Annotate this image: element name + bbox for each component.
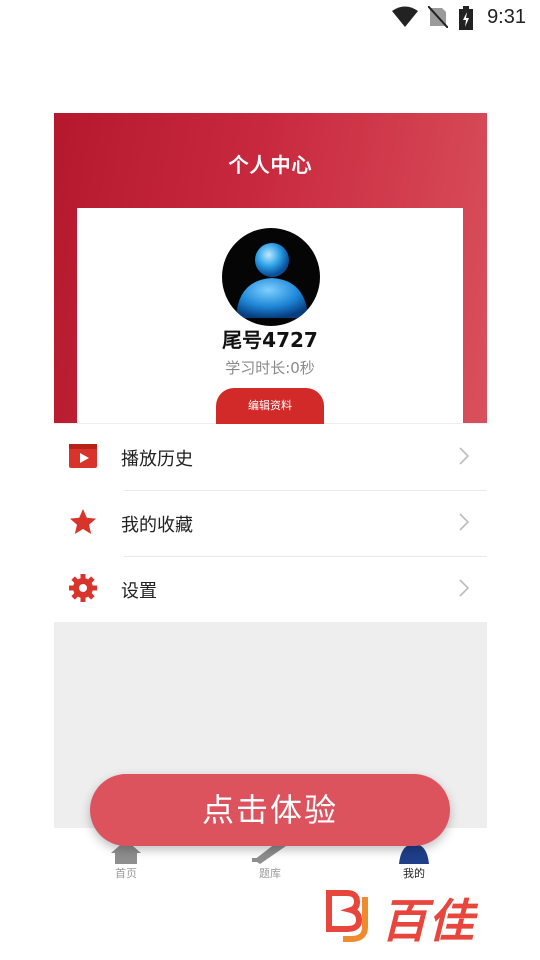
profile-screen: 个人中心 尾号4727 学习时长:0秒 编辑资料 播放历史 我的收藏 设置 — [54, 113, 487, 828]
user-avatar-icon — [236, 243, 308, 318]
try-now-button[interactable]: 点击体验 — [90, 774, 450, 846]
chevron-right-icon — [459, 447, 470, 469]
bj-logo-icon — [325, 889, 379, 947]
watermark-text: 百佳 — [381, 894, 475, 948]
chevron-right-icon — [459, 579, 470, 601]
study-time: 学习时长:0秒 — [225, 359, 315, 377]
tab-label: 我的 — [403, 867, 425, 880]
menu-item-favorites[interactable]: 我的收藏 — [54, 490, 487, 556]
menu-item-play-history[interactable]: 播放历史 — [54, 424, 487, 490]
wifi-icon — [392, 6, 418, 32]
watermark: 百佳 — [325, 885, 525, 948]
status-time: 9:31 — [487, 6, 526, 28]
menu-item-settings[interactable]: 设置 — [54, 556, 487, 622]
status-bar: 9:31 — [0, 0, 540, 36]
tab-label: 题库 — [259, 867, 281, 880]
play-history-icon — [68, 441, 98, 471]
star-icon — [68, 507, 98, 537]
chevron-right-icon — [459, 513, 470, 535]
avatar[interactable] — [222, 228, 320, 326]
profile-header: 个人中心 尾号4727 学习时长:0秒 编辑资料 — [54, 113, 487, 424]
menu-list: 播放历史 我的收藏 设置 — [54, 424, 487, 622]
battery-charging-icon — [459, 6, 473, 34]
no-sim-icon — [427, 5, 449, 32]
menu-item-label: 设置 — [121, 581, 157, 602]
gear-icon — [68, 573, 98, 603]
page-title: 个人中心 — [228, 153, 313, 177]
username: 尾号4727 — [222, 328, 318, 352]
tab-label: 首页 — [115, 867, 137, 880]
menu-item-label: 播放历史 — [121, 449, 193, 470]
profile-card: 尾号4727 学习时长:0秒 编辑资料 — [77, 208, 463, 424]
edit-profile-button[interactable]: 编辑资料 — [216, 388, 324, 424]
menu-item-label: 我的收藏 — [121, 515, 193, 536]
